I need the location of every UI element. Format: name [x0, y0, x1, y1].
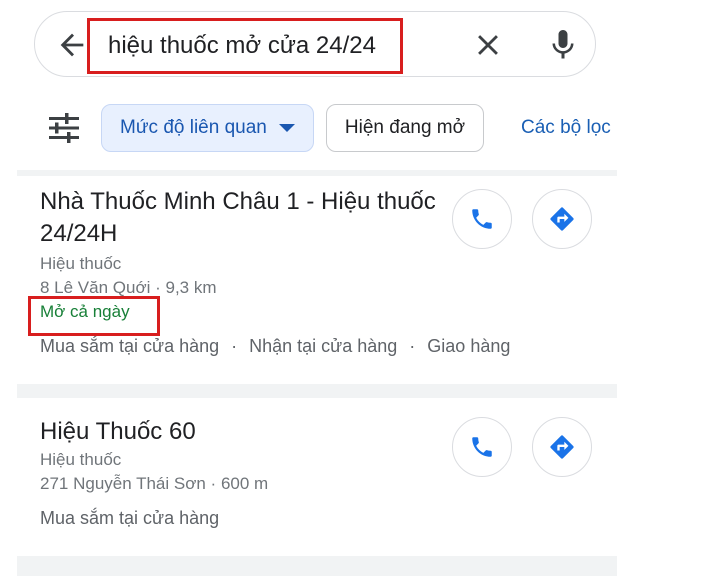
arrow-back-icon[interactable] — [55, 28, 89, 62]
divider — [17, 556, 617, 576]
service-item: Mua sắm tại cửa hàng — [40, 508, 220, 528]
open-now-label: Hiện đang mở — [344, 117, 466, 138]
search-bar[interactable]: hiệu thuốc mở cửa 24/24 — [34, 11, 596, 77]
service-item: Mua sắm tại cửa hàng — [40, 336, 220, 356]
search-input[interactable]: hiệu thuốc mở cửa 24/24 — [108, 32, 376, 60]
status-highlight-box — [28, 296, 160, 336]
call-button[interactable] — [452, 417, 512, 477]
result-title[interactable]: Hiệu Thuốc 60 — [40, 416, 440, 448]
close-icon[interactable] — [471, 28, 505, 62]
directions-icon — [550, 435, 574, 459]
directions-icon — [550, 207, 574, 231]
divider — [17, 384, 617, 398]
open-now-chip[interactable]: Hiện đang mở — [326, 104, 484, 152]
result-title[interactable]: Nhà Thuốc Minh Châu 1 - Hiệu thuốc 24/24… — [40, 186, 440, 250]
directions-button[interactable] — [532, 417, 592, 477]
result-services: Mua sắm tại cửa hàng · Nhận tại cửa hàng · G… — [40, 336, 510, 357]
call-button[interactable] — [452, 189, 512, 249]
caret-down-icon — [278, 124, 295, 132]
filter-chip-row: Mức độ liên quan Hiện đang mở Các bộ lọc — [0, 102, 728, 154]
sort-relevance-chip[interactable]: Mức độ liên quan — [101, 104, 314, 152]
query-highlight-box: hiệu thuốc mở cửa 24/24 — [87, 18, 403, 74]
microphone-icon[interactable] — [545, 26, 581, 64]
tune-sliders-icon[interactable] — [47, 113, 81, 143]
divider — [17, 170, 617, 176]
all-filters-link[interactable]: Các bộ lọc — [521, 104, 611, 152]
sort-relevance-label: Mức độ liên quan — [120, 117, 267, 138]
phone-icon — [472, 209, 492, 229]
service-item: Giao hàng — [427, 336, 511, 356]
result-category: Hiệu thuốc — [40, 450, 122, 469]
result-address-distance: 271 Nguyễn Thái Sơn · 600 m — [40, 474, 269, 493]
separator-dot: · — [231, 336, 238, 356]
directions-button[interactable] — [532, 189, 592, 249]
result-services: Mua sắm tại cửa hàng — [40, 508, 440, 529]
separator-dot: · — [409, 336, 416, 356]
phone-icon — [472, 437, 492, 457]
result-category: Hiệu thuốc — [40, 254, 122, 273]
service-item: Nhận tại cửa hàng — [249, 336, 398, 356]
result-card[interactable]: Hiệu Thuốc 60 Hiệu thuốc 271 Nguyễn Thái… — [40, 416, 440, 529]
